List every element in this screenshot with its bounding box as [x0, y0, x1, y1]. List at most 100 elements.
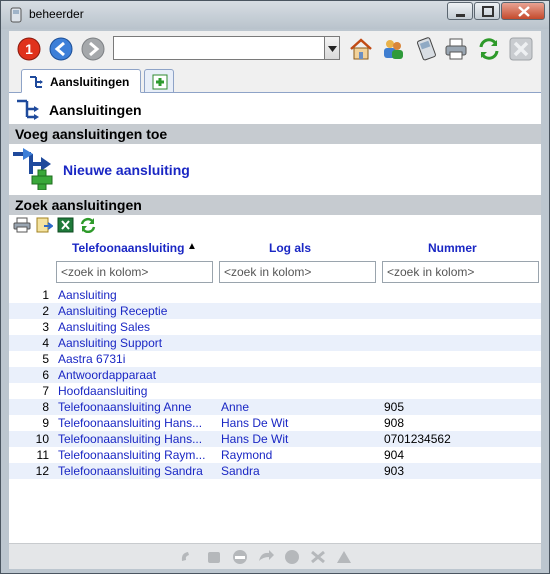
close-window-button[interactable]	[501, 2, 545, 20]
cell-telefoonaansluiting[interactable]: Telefoonaansluiting Hans...	[58, 432, 213, 446]
add-tab-button[interactable]	[144, 69, 174, 93]
cell-telefoonaansluiting[interactable]: Telefoonaansluiting Raym...	[58, 448, 213, 462]
back-icon[interactable]	[49, 37, 73, 61]
app-window: beheerder 1 Aansluitingen Aansluitingen …	[0, 0, 550, 574]
new-connection-icon[interactable]	[11, 146, 61, 190]
section-add-header: Voeg aansluitingen toe	[9, 124, 541, 144]
cell-telefoonaansluiting[interactable]: Hoofdaansluiting	[58, 384, 213, 398]
table-row[interactable]: 9 Telefoonaansluiting Hans... Hans De Wit 9…	[9, 415, 541, 431]
column-header-log-als[interactable]: Log als	[269, 241, 311, 255]
cell-telefoonaansluiting[interactable]: Telefoonaansluiting Hans...	[58, 416, 213, 430]
plus-icon	[152, 74, 168, 90]
table-row[interactable]: 1 Aansluiting	[9, 287, 541, 303]
printer-icon[interactable]	[444, 37, 468, 61]
tab-aansluitingen[interactable]: Aansluitingen	[21, 69, 141, 93]
cell-telefoonaansluiting[interactable]: Aansluiting Sales	[58, 320, 213, 334]
maximize-button[interactable]	[474, 2, 500, 20]
section-add-label: Voeg aansluitingen toe	[15, 126, 168, 142]
table-row[interactable]: 10 Telefoonaansluiting Hans... Hans De Wit…	[9, 431, 541, 447]
cell-telefoonaansluiting[interactable]: Antwoordapparaat	[58, 368, 213, 382]
tab-label: Aansluitingen	[50, 75, 130, 89]
cell-nummer: 904	[384, 448, 405, 462]
row-number: 5	[42, 352, 49, 366]
hangup-icon	[231, 549, 249, 565]
cell-telefoonaansluiting[interactable]: Aansluiting Receptie	[58, 304, 213, 318]
export-icon	[36, 217, 54, 233]
cell-telefoonaansluiting[interactable]: Aansluiting	[58, 288, 213, 302]
table-row[interactable]: 2 Aansluiting Receptie	[9, 303, 541, 319]
cell-telefoonaansluiting[interactable]: Telefoonaansluiting Anne	[58, 400, 213, 414]
close-icon	[518, 6, 530, 17]
cell-nummer: 0701234562	[384, 432, 451, 446]
window-title: beheerder	[29, 7, 84, 21]
column-header-nummer[interactable]: Nummer	[428, 241, 477, 255]
minimize-button[interactable]	[447, 2, 473, 20]
cell-nummer: 908	[384, 416, 405, 430]
status-bar	[9, 543, 541, 569]
table-row[interactable]: 3 Aansluiting Sales	[9, 319, 541, 335]
cell-nummer: 905	[384, 400, 405, 414]
phone-icon[interactable]	[414, 37, 438, 61]
park-icon	[335, 549, 353, 565]
cell-telefoonaansluiting[interactable]: Aastra 6731i	[58, 352, 213, 366]
error-icon[interactable]: 1	[17, 37, 41, 61]
table-row[interactable]: 4 Aansluiting Support	[9, 335, 541, 351]
cell-telefoonaansluiting[interactable]: Telefoonaansluiting Sandra	[58, 464, 213, 478]
transfer-icon	[257, 549, 275, 565]
table-tools	[13, 217, 101, 237]
cell-nummer: 903	[384, 464, 405, 478]
cell-log-als[interactable]: Raymond	[221, 448, 371, 462]
cell-log-als[interactable]: Sandra	[221, 464, 371, 478]
row-number: 4	[42, 336, 49, 350]
new-connection-link[interactable]: Nieuwe aansluiting	[63, 162, 190, 178]
forward-icon[interactable]	[81, 37, 105, 61]
home-icon[interactable]	[349, 37, 373, 61]
refresh-icon[interactable]	[477, 37, 501, 61]
export-button[interactable]	[35, 217, 57, 235]
row-number: 8	[42, 400, 49, 414]
page-title: Aansluitingen	[49, 102, 142, 118]
connections-icon	[30, 76, 43, 88]
chevron-down-icon	[328, 46, 337, 52]
table-row[interactable]: 7 Hoofdaansluiting	[9, 383, 541, 399]
cell-log-als[interactable]: Hans De Wit	[221, 416, 371, 430]
table-row[interactable]: 11 Telefoonaansluiting Raym... Raymond 904	[9, 447, 541, 463]
row-number: 10	[35, 432, 49, 446]
row-number: 12	[35, 464, 49, 478]
refresh-table-button[interactable]	[79, 217, 101, 235]
filter-telefoonaansluiting[interactable]	[56, 261, 213, 283]
tab-bar: Aansluitingen	[9, 67, 541, 93]
cell-telefoonaansluiting[interactable]: Aansluiting Support	[58, 336, 213, 350]
table-row[interactable]: 12 Telefoonaansluiting Sandra Sandra 903	[9, 463, 541, 479]
row-number: 7	[42, 384, 49, 398]
url-input[interactable]	[113, 36, 325, 60]
filter-log-als[interactable]	[219, 261, 376, 283]
phone-app-icon	[10, 7, 22, 23]
toolbar: 1	[9, 31, 541, 67]
minimize-icon	[456, 14, 465, 17]
refresh-icon	[80, 217, 96, 234]
table-row[interactable]: 5 Aastra 6731i	[9, 351, 541, 367]
sort-ascending-icon[interactable]: ▲	[187, 241, 197, 252]
section-search-label: Zoek aansluitingen	[15, 197, 142, 213]
hold-icon	[205, 549, 223, 565]
row-number: 1	[42, 288, 49, 302]
close-icon[interactable]	[509, 37, 533, 61]
section-search-header: Zoek aansluitingen	[9, 195, 541, 215]
column-header-telefoonaansluiting[interactable]: Telefoonaansluiting	[72, 241, 184, 255]
excel-icon	[57, 217, 74, 233]
users-icon[interactable]	[381, 37, 405, 61]
url-dropdown-button[interactable]	[325, 36, 340, 60]
cell-log-als[interactable]: Anne	[221, 400, 371, 414]
printer-icon	[13, 217, 31, 233]
conference-icon	[283, 549, 301, 565]
table-row[interactable]: 6 Antwoordapparaat	[9, 367, 541, 383]
excel-export-button[interactable]	[57, 217, 79, 235]
client-area: 1 Aansluitingen Aansluitingen Voeg aansl…	[9, 31, 541, 569]
table-row[interactable]: 8 Telefoonaansluiting Anne Anne 905	[9, 399, 541, 415]
row-number: 6	[42, 368, 49, 382]
cell-log-als[interactable]: Hans De Wit	[221, 432, 371, 446]
filter-nummer[interactable]	[382, 261, 539, 283]
connections-icon	[17, 99, 39, 120]
print-table-button[interactable]	[13, 217, 35, 235]
